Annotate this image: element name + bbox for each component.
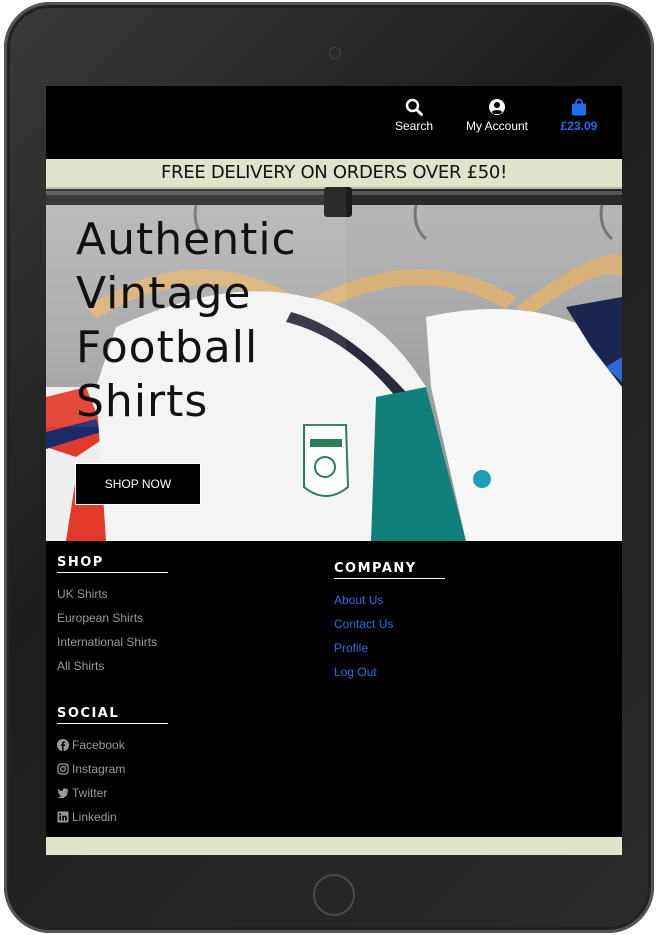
screen: Search My Account £23.09 FREE DELIVERY O… xyxy=(46,86,622,855)
user-circle-icon xyxy=(489,99,505,115)
footer-link-contact-us[interactable]: Contact Us xyxy=(334,612,393,636)
facebook-icon xyxy=(57,735,70,759)
footer-link-all-shirts[interactable]: All Shirts xyxy=(57,654,157,678)
delivery-text: FREE DELIVERY ON ORDERS OVER £50! xyxy=(160,162,507,183)
delivery-banner: FREE DELIVERY ON ORDERS OVER £50! xyxy=(46,159,622,187)
social-label: Linkedin xyxy=(72,810,117,824)
footer-link-profile[interactable]: Profile xyxy=(334,636,393,660)
hero-title-line: Vintage xyxy=(76,268,252,319)
search-nav[interactable]: Search xyxy=(394,98,434,133)
shopping-bag-icon xyxy=(572,98,586,116)
hero-title-line: Football xyxy=(76,322,259,373)
company-heading: COMPANY xyxy=(334,561,445,579)
social-label: Facebook xyxy=(72,738,125,752)
hero-title-line: Shirts xyxy=(76,376,209,427)
footer-link-european-shirts[interactable]: European Shirts xyxy=(57,606,157,630)
top-navbar: Search My Account £23.09 xyxy=(46,86,622,159)
footer-link-log-out[interactable]: Log Out xyxy=(334,660,393,684)
linkedin-icon xyxy=(57,807,70,831)
bag-nav[interactable]: £23.09 xyxy=(556,98,602,133)
hero-section: Authentic Vintage Football Shirts SHOP N… xyxy=(46,187,622,541)
social-links: Facebook Instagram Twitter Linkedin xyxy=(57,733,125,829)
social-link-instagram[interactable]: Instagram xyxy=(57,757,125,781)
search-icon xyxy=(405,98,423,116)
footer-link-about-us[interactable]: About Us xyxy=(334,588,393,612)
twitter-icon xyxy=(57,783,70,807)
shop-heading: SHOP xyxy=(57,555,168,573)
social-label: Instagram xyxy=(72,762,126,776)
camera-dot xyxy=(329,47,341,59)
social-link-twitter[interactable]: Twitter xyxy=(57,781,125,805)
instagram-icon xyxy=(57,759,70,783)
search-label: Search xyxy=(394,119,434,133)
tablet-frame: Search My Account £23.09 FREE DELIVERY O… xyxy=(4,2,654,933)
bottom-banner-strip xyxy=(46,837,622,855)
social-heading: SOCIAL xyxy=(57,706,168,724)
hero-title: Authentic Vintage Football Shirts xyxy=(76,213,376,429)
company-links: About Us Contact Us Profile Log Out xyxy=(334,588,393,684)
account-nav[interactable]: My Account xyxy=(462,98,532,133)
hero-title-line: Authentic xyxy=(76,214,297,265)
footer-link-uk-shirts[interactable]: UK Shirts xyxy=(57,582,157,606)
shop-links: UK Shirts European Shirts International … xyxy=(57,582,157,678)
social-label: Twitter xyxy=(72,786,108,800)
social-link-facebook[interactable]: Facebook xyxy=(57,733,125,757)
shop-now-button[interactable]: SHOP NOW xyxy=(75,463,201,505)
bag-total: £23.09 xyxy=(560,119,598,133)
footer-link-international-shirts[interactable]: International Shirts xyxy=(57,630,157,654)
social-link-linkedin[interactable]: Linkedin xyxy=(57,805,125,829)
home-button[interactable] xyxy=(313,874,355,916)
account-label: My Account xyxy=(465,119,529,133)
footer: SHOP UK Shirts European Shirts Internati… xyxy=(46,541,622,837)
